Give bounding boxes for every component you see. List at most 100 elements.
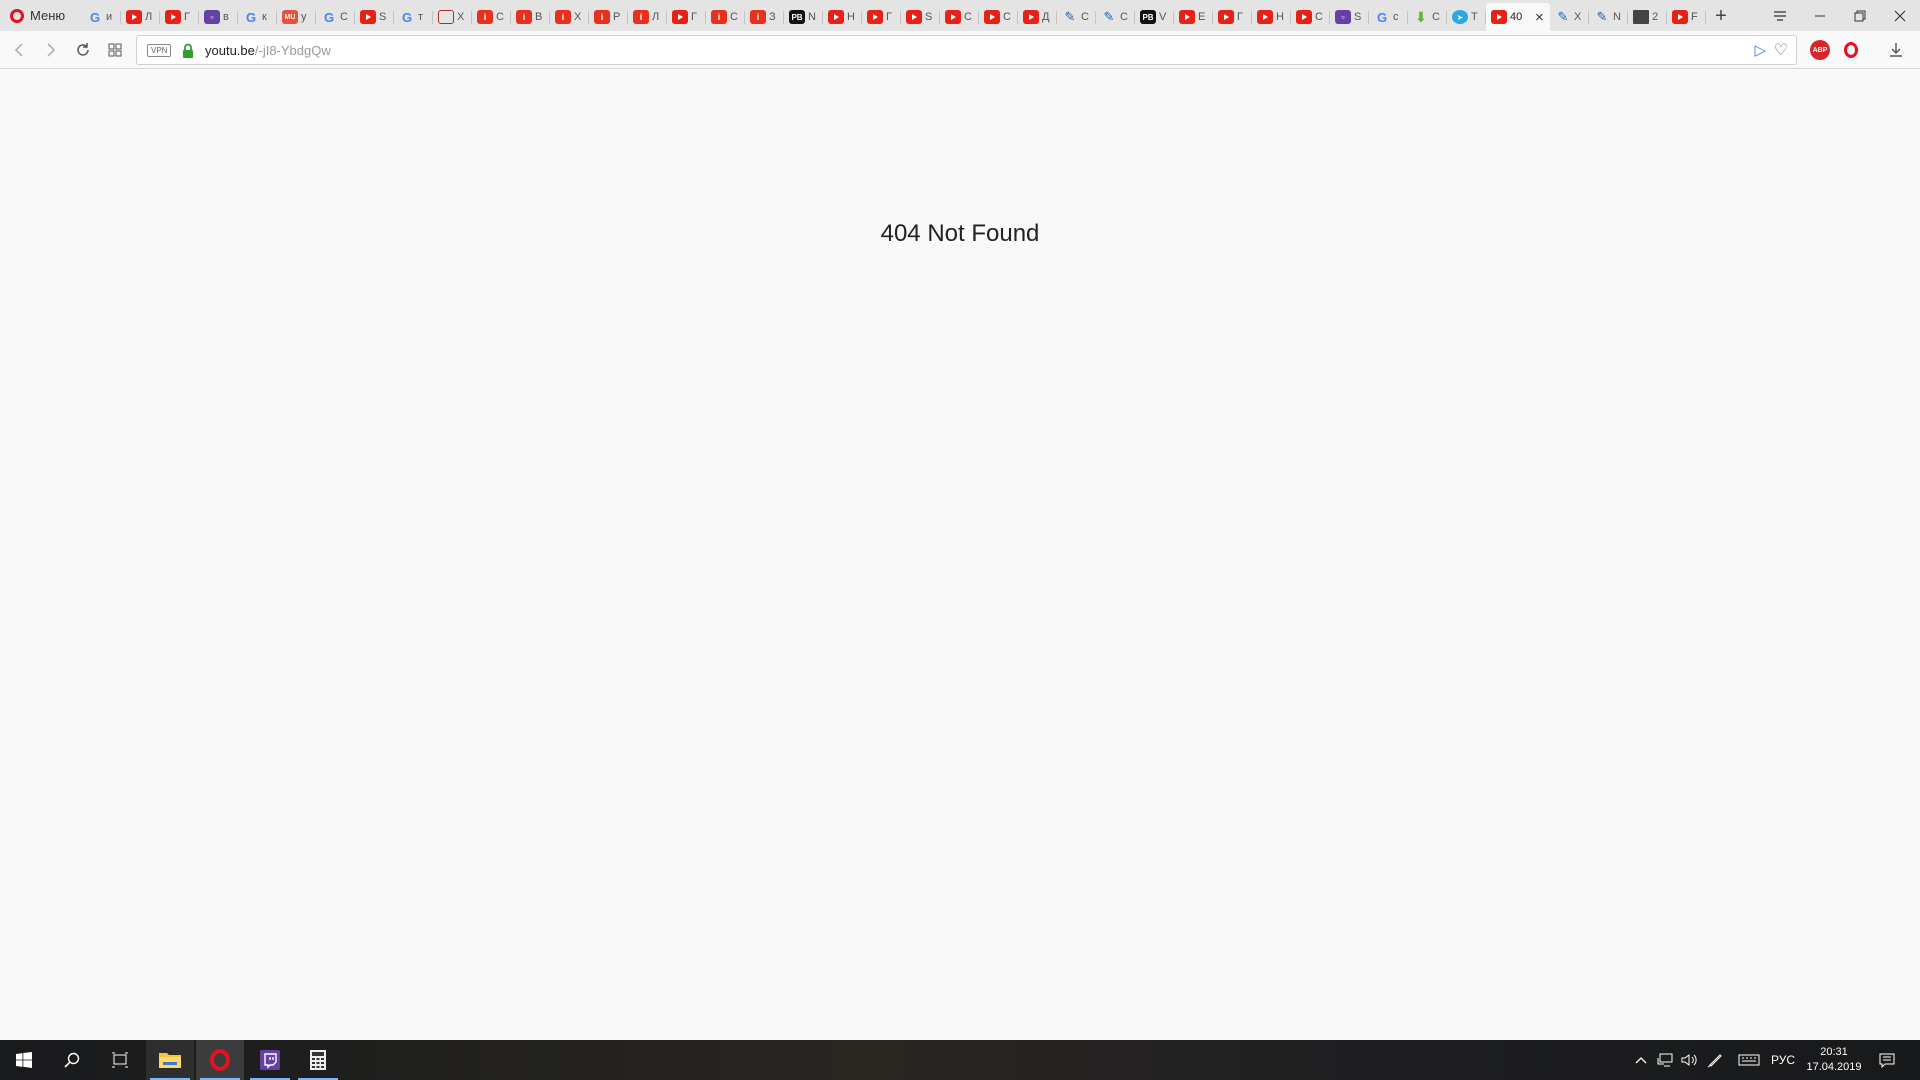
lock-icon[interactable] [180,42,196,60]
site-i-icon: i [633,10,649,24]
browser-tab[interactable]: С [1291,3,1330,31]
downloads-button[interactable] [1886,39,1906,61]
search-button[interactable] [48,1040,96,1080]
browser-tab-active[interactable]: 40 × [1486,3,1550,31]
browser-tab[interactable]: 2 [1628,3,1667,31]
start-button[interactable] [0,1040,48,1080]
browser-tab[interactable]: GС [316,3,355,31]
action-center-button[interactable] [1872,1040,1902,1080]
close-window-button[interactable] [1880,0,1920,31]
file-explorer-taskbar-button[interactable] [146,1040,194,1080]
forward-button[interactable] [38,37,64,63]
youtube-icon [126,10,142,24]
tab-title: Г [691,11,697,23]
tab-menu-button[interactable] [1760,0,1800,31]
browser-tab[interactable]: Gк [238,3,277,31]
browser-tab[interactable]: iЗ [745,3,784,31]
tab-title: С [340,11,348,23]
browser-tab[interactable]: Н [1252,3,1291,31]
network-tray-icon[interactable] [1654,1040,1676,1080]
browser-tab[interactable]: Н [823,3,862,31]
minimize-button[interactable] [1800,0,1840,31]
speed-dial-button[interactable] [102,37,128,63]
youtube-icon [672,10,688,24]
browser-tab[interactable]: Gс [1369,3,1408,31]
heart-icon[interactable]: ♡ [1774,40,1788,60]
browser-tab[interactable]: ✎ Х [1550,3,1589,31]
browser-tab[interactable]: ✎ С [1096,3,1135,31]
browser-tab[interactable]: ⬇ С [1408,3,1447,31]
tab-title: 2 [1652,11,1659,23]
youtube-icon [867,10,883,24]
site-i-icon: i [594,10,610,24]
browser-tab[interactable]: Д [1018,3,1057,31]
arrow-left-icon [14,43,23,57]
site-icon [438,10,454,24]
browser-tab[interactable]: Г [667,3,706,31]
browser-tab[interactable]: Г [1213,3,1252,31]
browser-tab[interactable]: Gи [82,3,121,31]
browser-tab[interactable]: MU у [277,3,316,31]
browser-tab[interactable]: iС [472,3,511,31]
browser-tab[interactable]: S [355,3,394,31]
browser-tab[interactable]: PB V [1135,3,1174,31]
tab-close-icon[interactable]: × [1535,9,1544,26]
youtube-icon [828,10,844,24]
task-view-button[interactable] [96,1040,144,1080]
browser-tab[interactable]: ➤ Т [1447,3,1486,31]
browser-tab[interactable]: Е [1174,3,1213,31]
tab-title: Г [1237,11,1243,23]
twitch-taskbar-button[interactable] [246,1040,294,1080]
address-bar[interactable]: VPN youtu.be/-jI8-YbdgQw ▷ ♡ [136,35,1797,65]
new-tab-button[interactable]: + [1707,3,1735,29]
browser-tab[interactable]: iЛ [628,3,667,31]
show-hidden-icons-button[interactable] [1632,1040,1650,1080]
browser-tab[interactable]: iР [589,3,628,31]
browser-tab[interactable]: ✎ С [1057,3,1096,31]
folder-icon [1633,10,1649,24]
browser-tab[interactable]: Л [121,3,160,31]
browser-tab[interactable]: Gт [394,3,433,31]
youtube-icon [906,10,922,24]
browser-tab[interactable]: PB N [784,3,823,31]
send-to-flow-icon[interactable]: ▷ [1754,41,1766,59]
restore-button[interactable] [1840,0,1880,31]
opera-extension-button[interactable] [1841,40,1861,60]
browser-tab[interactable]: Г [862,3,901,31]
tab-title: С [496,11,504,23]
browser-tab[interactable]: S [901,3,940,31]
browser-tab[interactable]: ▫ S [1330,3,1369,31]
browser-tab[interactable]: F [1667,3,1706,31]
opera-logo-icon [210,1049,230,1071]
url-text[interactable]: youtu.be/-jI8-YbdgQw [205,43,331,58]
tab-title: Н [847,11,855,23]
tab-title: Х [574,11,582,23]
browser-tab[interactable]: Х [433,3,472,31]
abp-label: ABP [1812,46,1828,54]
browser-tab[interactable]: ▫ в [199,3,238,31]
youtube-icon [1296,10,1312,24]
browser-tab[interactable]: iВ [511,3,550,31]
browser-tab[interactable]: С [979,3,1018,31]
opera-taskbar-button[interactable] [196,1040,244,1080]
tab-title: S [1354,11,1362,23]
arrow-right-icon [47,43,56,57]
opera-menu-button[interactable]: Меню [4,4,74,27]
browser-tab[interactable]: iХ [550,3,589,31]
browser-tab[interactable]: ✎ N [1589,3,1628,31]
reload-button[interactable] [70,37,96,63]
browser-tab[interactable]: С [940,3,979,31]
touch-keyboard-tray-icon[interactable] [1736,1040,1762,1080]
taskbar-clock[interactable]: 20:31 17.04.2019 [1800,1045,1868,1075]
youtube-icon [984,10,1000,24]
adblock-extension-button[interactable]: ABP [1810,40,1830,60]
browser-tab[interactable]: iС [706,3,745,31]
vpn-badge[interactable]: VPN [147,44,172,57]
input-language-indicator[interactable]: РУС [1768,1040,1798,1080]
volume-tray-icon[interactable] [1678,1040,1700,1080]
pen-tray-icon[interactable] [1704,1040,1726,1080]
url-path: /-jI8-YbdgQw [254,43,331,58]
back-button[interactable] [6,37,32,63]
browser-tab[interactable]: Г [160,3,199,31]
calculator-taskbar-button[interactable] [294,1040,342,1080]
